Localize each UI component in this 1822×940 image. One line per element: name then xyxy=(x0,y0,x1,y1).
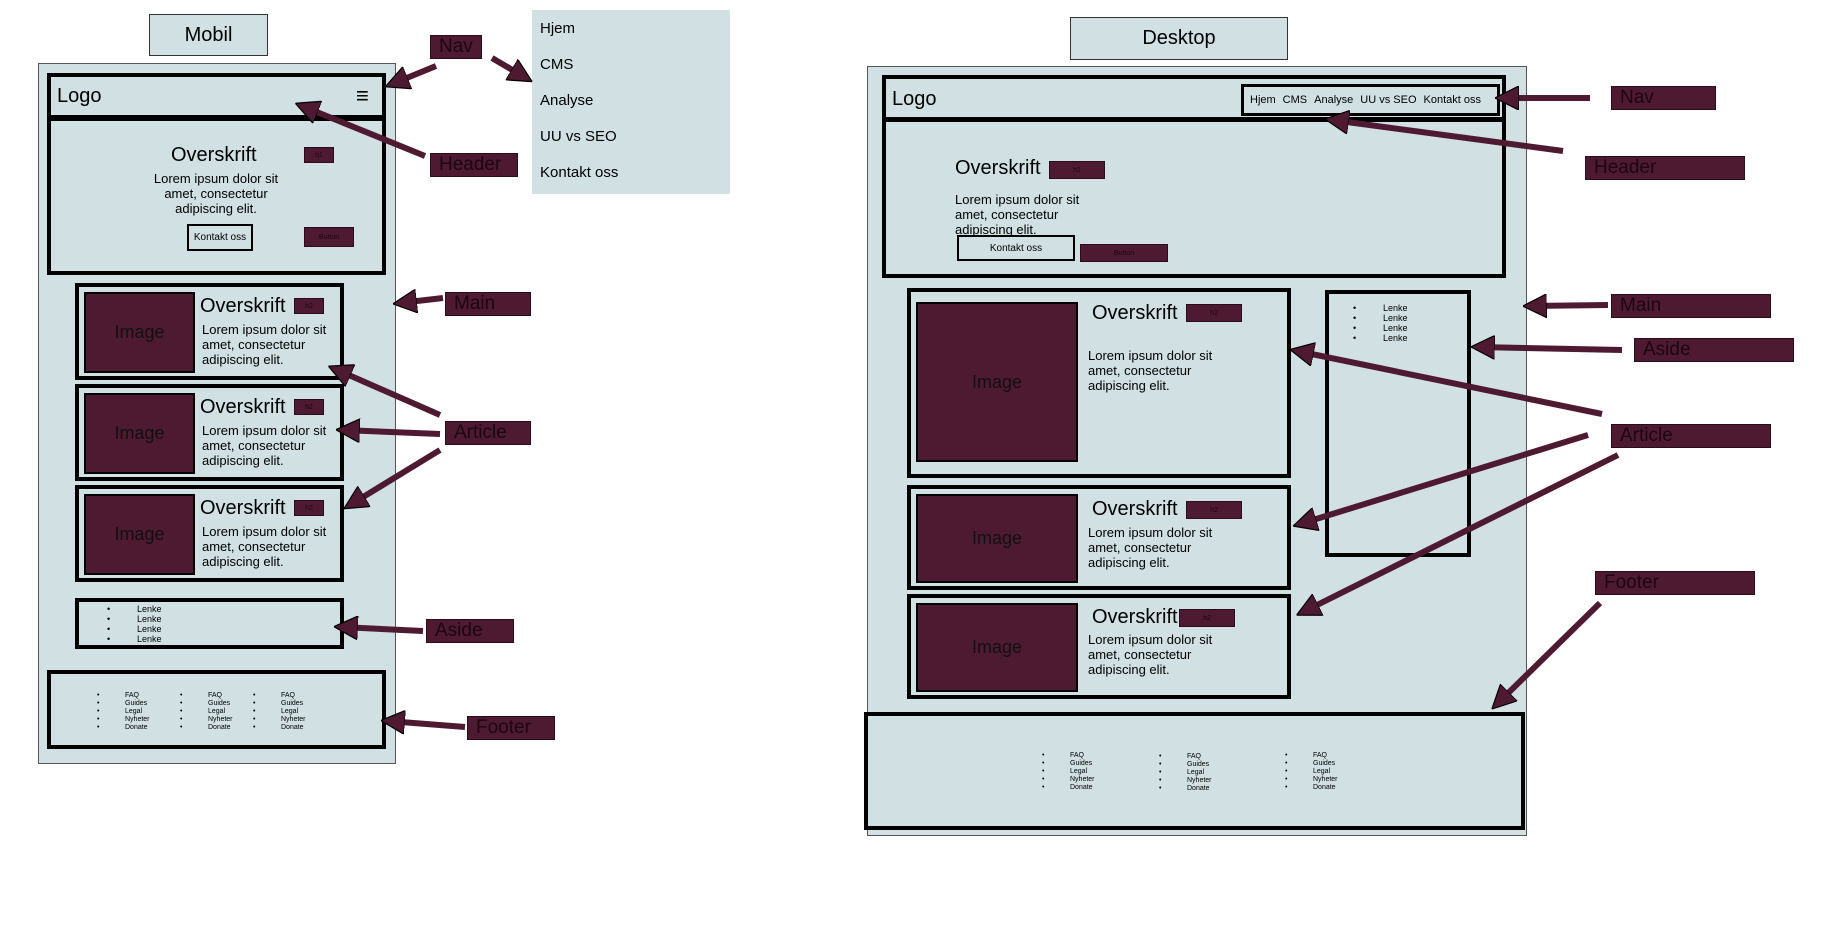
arrow-mobile-article-2 xyxy=(343,430,441,434)
arrow-mobile-footer xyxy=(388,721,466,727)
arrow-mobile-nav xyxy=(392,63,438,84)
arrow-desktop-footer xyxy=(1497,600,1603,704)
arrow-desktop-article-1 xyxy=(1297,351,1603,417)
arrow-desktop-main xyxy=(1530,305,1609,306)
annotation-arrows xyxy=(0,55,1623,940)
arrow-desktop-article-2 xyxy=(1300,432,1589,524)
arrow-mobile-article-3 xyxy=(350,447,442,505)
arrow-desktop-article-3 xyxy=(1303,452,1620,612)
arrow-mobile-main xyxy=(400,298,444,303)
arrow-nav-menu xyxy=(490,55,526,78)
arrow-desktop-aside xyxy=(1478,347,1623,350)
arrow-mobile-aside xyxy=(341,627,424,631)
arrow-desktop-header xyxy=(1332,120,1564,154)
arrow-mobile-article-1 xyxy=(335,369,442,418)
arrow-mobile-header xyxy=(302,106,427,159)
